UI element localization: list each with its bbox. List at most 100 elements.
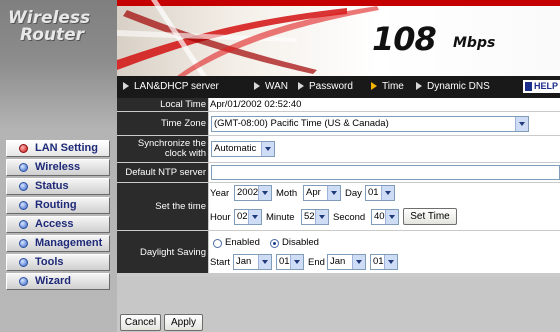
daylight-disabled-label: Disabled xyxy=(282,237,319,248)
year-label: Year xyxy=(210,188,230,199)
arrow-right-icon xyxy=(371,82,377,90)
year-value: 2002 xyxy=(237,187,259,198)
arrow-right-icon xyxy=(298,82,304,90)
help-label: HELP xyxy=(534,81,559,91)
daylight-start-day-select[interactable]: 01 xyxy=(276,254,304,270)
second-label: Second xyxy=(333,212,366,223)
local-time-row: Local Time Apr/01/2002 02:52:40 xyxy=(117,98,560,111)
menu-label: WAN xyxy=(265,81,288,92)
sidebar-item-wizard[interactable]: Wizard xyxy=(6,273,110,290)
day-value: 01 xyxy=(368,187,379,198)
ntp-server-input[interactable] xyxy=(211,165,560,180)
daylight-saving-cell: Enabled Disabled Start Jan 01 End Jan 01 xyxy=(209,231,560,273)
minute-label: Minute xyxy=(266,212,295,223)
bullet-icon xyxy=(19,182,28,191)
set-time-label: Set the time xyxy=(117,183,208,230)
daylight-saving-row: Daylight Saving Enabled Disabled Start J… xyxy=(117,231,560,273)
sidebar-item-label: Status xyxy=(35,180,69,192)
help-button[interactable]: HELP xyxy=(523,80,560,93)
menu-lan-dhcp-server[interactable]: LAN&DHCP server xyxy=(123,76,219,98)
daylight-end-label: End xyxy=(308,257,325,268)
sidebar: Wireless Router LAN Setting Wireless Sta… xyxy=(0,0,117,332)
sidebar-item-wireless[interactable]: Wireless xyxy=(6,159,110,176)
ntp-server-row: Default NTP server xyxy=(117,163,560,182)
sidebar-item-lan-setting[interactable]: LAN Setting xyxy=(6,140,110,157)
daylight-disabled-radio[interactable] xyxy=(270,239,279,248)
sidebar-item-label: Tools xyxy=(35,256,64,268)
apply-button[interactable]: Apply xyxy=(164,314,203,331)
daylight-start-day-value: 01 xyxy=(279,256,290,267)
daylight-end-day-select[interactable]: 01 xyxy=(370,254,398,270)
daylight-saving-label: Daylight Saving xyxy=(117,231,208,273)
month-select[interactable]: Apr xyxy=(303,185,341,201)
time-zone-value: (GMT-08:00) Pacific Time (US & Canada) xyxy=(214,118,389,129)
daylight-start-month-select[interactable]: Jan xyxy=(233,254,272,270)
sidebar-item-label: LAN Setting xyxy=(35,142,98,154)
ntp-server-label: Default NTP server xyxy=(117,163,208,182)
year-select[interactable]: 2002 xyxy=(234,185,272,201)
sync-cell: Automatic xyxy=(209,136,560,162)
minute-select[interactable]: 52 xyxy=(301,209,329,225)
menu-password[interactable]: Password xyxy=(298,76,353,98)
help-icon xyxy=(525,82,532,91)
time-zone-label: Time Zone xyxy=(117,112,208,135)
set-time-cell: Year 2002 Moth Apr Day 01 Hour 02 Minute xyxy=(209,183,560,230)
menu-time[interactable]: Time xyxy=(371,76,404,98)
hour-label: Hour xyxy=(210,212,231,223)
hour-value: 02 xyxy=(237,211,248,222)
day-label: Day xyxy=(345,188,362,199)
menu-label: Time xyxy=(382,81,404,92)
sidebar-item-status[interactable]: Status xyxy=(6,178,110,195)
arrow-right-icon xyxy=(416,82,422,90)
menu-dynamic-dns[interactable]: Dynamic DNS xyxy=(416,76,490,98)
sidebar-item-label: Management xyxy=(35,237,103,249)
day-select[interactable]: 01 xyxy=(365,185,395,201)
chevron-down-icon xyxy=(248,210,261,224)
local-time-label: Local Time xyxy=(117,98,208,111)
sidebar-item-tools[interactable]: Tools xyxy=(6,254,110,271)
chevron-down-icon xyxy=(385,210,398,224)
time-zone-select[interactable]: (GMT-08:00) Pacific Time (US & Canada) xyxy=(211,116,529,132)
sync-row: Synchronize the clock with Automatic xyxy=(117,136,560,162)
month-value: Apr xyxy=(306,187,321,198)
top-menu-bar: LAN&DHCP server WAN Password Time Dynami… xyxy=(117,76,560,98)
set-time-row: Set the time Year 2002 Moth Apr Day 01 H… xyxy=(117,183,560,230)
second-select[interactable]: 40 xyxy=(371,209,399,225)
daylight-end-month-value: Jan xyxy=(330,256,346,267)
daylight-end-month-select[interactable]: Jan xyxy=(327,254,366,270)
cancel-button[interactable]: Cancel xyxy=(120,314,161,331)
menu-label: Password xyxy=(309,81,353,92)
chevron-down-icon xyxy=(352,255,365,269)
daylight-start-month-value: Jan xyxy=(236,256,252,267)
chevron-down-icon xyxy=(384,255,397,269)
daylight-enabled-radio[interactable] xyxy=(213,239,222,248)
month-label: Moth xyxy=(276,188,298,199)
menu-label: Dynamic DNS xyxy=(427,81,490,92)
header-banner: 108 Mbps xyxy=(117,0,560,76)
chevron-down-icon xyxy=(261,142,274,156)
set-time-button[interactable]: Set Time xyxy=(403,208,457,225)
sidebar-nav: LAN Setting Wireless Status Routing Acce… xyxy=(6,140,110,292)
speed-number: 108 xyxy=(372,20,437,58)
chevron-down-icon xyxy=(258,186,271,200)
chevron-down-icon xyxy=(515,117,528,131)
menu-wan[interactable]: WAN xyxy=(254,76,288,98)
sidebar-item-management[interactable]: Management xyxy=(6,235,110,252)
sidebar-item-label: Routing xyxy=(35,199,77,211)
ntp-server-cell xyxy=(209,163,560,182)
chevron-down-icon xyxy=(258,255,271,269)
sidebar-item-label: Wireless xyxy=(35,161,81,173)
local-time-value: Apr/01/2002 02:52:40 xyxy=(210,99,302,110)
daylight-end-day-value: 01 xyxy=(373,256,384,267)
arrow-right-icon xyxy=(254,82,260,90)
sidebar-item-routing[interactable]: Routing xyxy=(6,197,110,214)
sidebar-item-label: Wizard xyxy=(35,275,71,287)
hour-select[interactable]: 02 xyxy=(234,209,262,225)
sidebar-item-access[interactable]: Access xyxy=(6,216,110,233)
sync-select[interactable]: Automatic xyxy=(211,141,275,157)
chevron-down-icon xyxy=(290,255,303,269)
brand-title-line2: Router xyxy=(20,25,85,45)
time-zone-row: Time Zone (GMT-08:00) Pacific Time (US &… xyxy=(117,112,560,135)
sidebar-item-label: Access xyxy=(35,218,74,230)
bullet-icon xyxy=(19,163,28,172)
